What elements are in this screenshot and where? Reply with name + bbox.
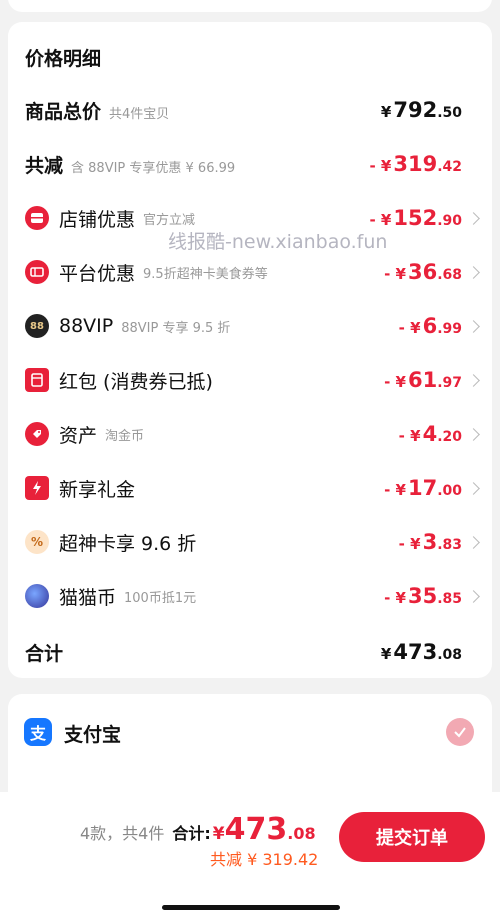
cat-coin-label: 猫猫币	[59, 586, 117, 609]
grand-total-row: 合计 ¥ 473 .08	[8, 632, 492, 672]
total-reduce-row: 共减 含 88VIP 专享优惠 ¥ 66.99 - ¥ 319 .42	[8, 144, 492, 184]
order-summary: 4款，共4件 合计: ¥ 473 .08	[80, 812, 316, 847]
red-packet-label: 红包 (消费券已抵)	[59, 370, 213, 393]
total-reduce-note: 含 88VIP 专享优惠 ¥ 66.99	[71, 160, 236, 176]
bottom-bar: 4款，共4件 合计: ¥ 473 .08 共减 ¥ 319.42 提交订单	[0, 792, 500, 920]
super-card-amount: - ¥ 3 .83	[398, 530, 462, 554]
chevron-right-icon	[467, 211, 480, 225]
lightning-icon	[25, 476, 49, 500]
price-detail-title: 价格明细	[25, 48, 102, 70]
assets-note: 淘金币	[105, 428, 145, 444]
alipay-icon: 支	[24, 718, 52, 746]
platform-discount-note: 9.5折超神卡美食券等	[143, 266, 268, 282]
goods-total-count: 共4件宝贝	[109, 106, 170, 122]
vip88-note: 88VIP 专享 9.5 折	[121, 320, 231, 336]
shop-discount-note: 官方立减	[143, 212, 196, 228]
platform-discount-amount: - ¥ 36 .68	[384, 260, 462, 284]
platform-discount-row[interactable]: 平台优惠 9.5折超神卡美食券等 - ¥ 36 .68	[8, 252, 492, 292]
88vip-icon: 88	[25, 314, 49, 338]
chevron-right-icon	[467, 589, 480, 603]
saved-amount: 共减 ¥ 319.42	[210, 850, 319, 869]
super-card-label: 超神卡享 9.6 折	[59, 532, 197, 555]
total-currency: ¥	[212, 824, 225, 844]
grand-total-label: 合计	[25, 642, 64, 665]
tag-icon	[25, 422, 49, 446]
vip88-amount: - ¥ 6 .99	[398, 314, 462, 338]
new-gift-row[interactable]: 新享礼金 - ¥ 17 .00	[8, 468, 492, 508]
goods-total-amount: ¥ 792 .50	[380, 98, 462, 122]
total-decimal: .08	[287, 824, 316, 843]
assets-amount: - ¥ 4 .20	[398, 422, 462, 446]
grand-total-amount: ¥ 473 .08	[380, 640, 462, 664]
cat-coin-row[interactable]: 猫猫币 100币抵1元 - ¥ 35 .85	[8, 576, 492, 616]
goods-total-row: 商品总价 共4件宝贝 ¥ 792 .50	[8, 90, 492, 130]
chevron-right-icon	[467, 373, 480, 387]
chevron-right-icon	[467, 427, 480, 441]
vip88-label: 88VIP	[59, 315, 114, 337]
shop-discount-label: 店铺优惠	[59, 208, 136, 231]
goods-total-label: 商品总价	[25, 100, 102, 123]
assets-row[interactable]: 资产 淘金币 - ¥ 4 .20	[8, 414, 492, 454]
submit-order-button[interactable]: 提交订单	[339, 812, 485, 862]
vip88-row[interactable]: 88 88VIP 88VIP 专享 9.5 折 - ¥ 6 .99	[8, 306, 492, 346]
chevron-right-icon	[467, 481, 480, 495]
new-gift-amount: - ¥ 17 .00	[384, 476, 462, 500]
red-packet-icon	[25, 368, 49, 392]
total-reduce-amount: - ¥ 319 .42	[369, 152, 462, 176]
red-packet-amount: - ¥ 61 .97	[384, 368, 462, 392]
ticket-icon	[25, 260, 49, 284]
total-label: 合计:	[172, 824, 211, 843]
total-integer: 473	[224, 812, 288, 847]
red-packet-row[interactable]: 红包 (消费券已抵) - ¥ 61 .97	[8, 360, 492, 400]
assets-label: 资产	[59, 424, 98, 447]
home-indicator	[162, 905, 340, 910]
new-gift-label: 新享礼金	[59, 478, 136, 501]
selected-check-icon[interactable]	[446, 718, 474, 746]
cat-coin-icon	[25, 584, 49, 608]
payment-method-label[interactable]: 支付宝	[64, 720, 121, 747]
previous-card-edge	[8, 0, 492, 12]
shop-icon	[25, 206, 49, 230]
price-detail-card: 价格明细 商品总价 共4件宝贝 ¥ 792 .50 共减 含 88VIP 专享优…	[8, 22, 492, 678]
watermark: 线报酷-new.xianbao.fun	[168, 231, 388, 253]
cat-coin-amount: - ¥ 35 .85	[384, 584, 462, 608]
chevron-right-icon	[467, 265, 480, 279]
total-reduce-label: 共减	[25, 154, 64, 177]
percent-icon: %	[25, 530, 49, 554]
platform-discount-label: 平台优惠	[59, 262, 136, 285]
chevron-right-icon	[467, 535, 480, 549]
item-count: 4款，共4件	[80, 824, 165, 843]
cat-coin-note: 100币抵1元	[124, 590, 197, 606]
chevron-right-icon	[467, 319, 480, 333]
super-card-row[interactable]: % 超神卡享 9.6 折 - ¥ 3 .83	[8, 522, 492, 562]
